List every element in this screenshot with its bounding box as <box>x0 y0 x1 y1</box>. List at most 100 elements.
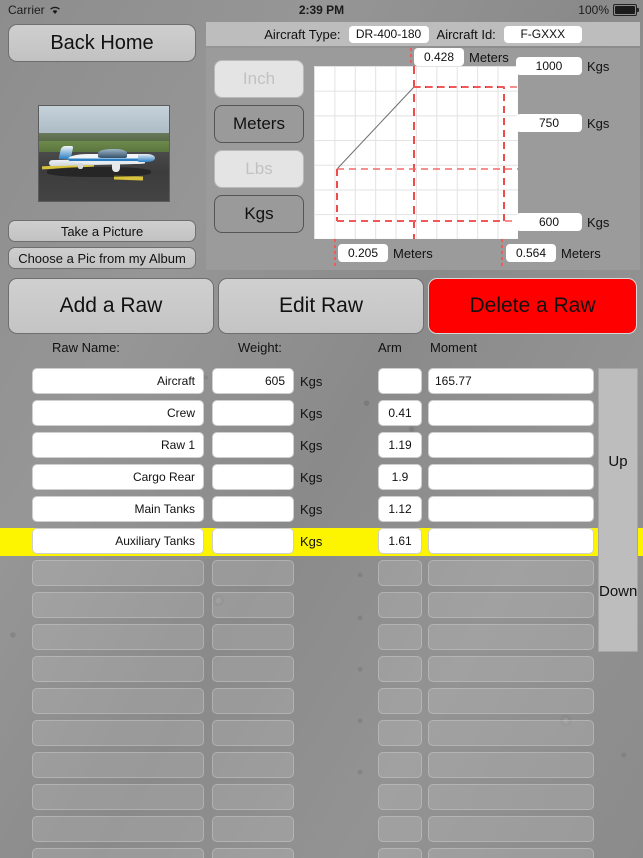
unit-button-kgs[interactable]: Kgs <box>214 195 304 233</box>
arm-input[interactable]: 1.9 <box>378 464 422 490</box>
weight-input[interactable] <box>212 784 294 810</box>
arm-input[interactable] <box>378 816 422 842</box>
moment-field[interactable] <box>428 848 594 858</box>
weight-input[interactable] <box>212 656 294 682</box>
raw-name-input[interactable] <box>32 720 204 746</box>
moment-field[interactable] <box>428 432 594 458</box>
edit-raw-button[interactable]: Edit Raw <box>218 278 424 334</box>
take-picture-button[interactable]: Take a Picture <box>8 220 196 242</box>
moment-field[interactable] <box>428 592 594 618</box>
raw-name-input[interactable] <box>32 688 204 714</box>
arm-input[interactable]: 0.41 <box>378 400 422 426</box>
raw-name-input[interactable]: Aircraft <box>32 368 204 394</box>
moment-field[interactable] <box>428 496 594 522</box>
table-row-empty[interactable] <box>0 592 643 620</box>
back-home-button[interactable]: Back Home <box>8 24 196 62</box>
arm-input[interactable] <box>378 592 422 618</box>
unit-button-meters[interactable]: Meters <box>214 105 304 143</box>
delete-raw-button[interactable]: Delete a Raw <box>428 278 637 334</box>
chart-value-max-weight[interactable]: 1000 <box>516 57 582 75</box>
arm-input[interactable]: 1.19 <box>378 432 422 458</box>
raw-name-input[interactable] <box>32 560 204 586</box>
raw-name-input[interactable] <box>32 656 204 682</box>
unit-button-inch[interactable]: Inch <box>214 60 304 98</box>
scroll-controls[interactable]: Up Down <box>598 368 638 652</box>
moment-field[interactable] <box>428 400 594 426</box>
moment-field[interactable] <box>428 752 594 778</box>
raw-name-input[interactable]: Auxiliary Tanks <box>32 528 204 554</box>
table-row[interactable]: Main Tanks Kgs 1.12 <box>0 496 643 524</box>
arm-input[interactable] <box>378 688 422 714</box>
table-row[interactable]: Crew Kgs 0.41 <box>0 400 643 428</box>
aircraft-id-field[interactable]: F-GXXX <box>503 25 582 43</box>
weight-input[interactable] <box>212 560 294 586</box>
weight-input[interactable] <box>212 464 294 490</box>
table-row-empty[interactable] <box>0 848 643 858</box>
scroll-down-button[interactable]: Down <box>599 583 637 600</box>
table-row[interactable]: Auxiliary Tanks Kgs 1.61 <box>0 528 643 556</box>
arm-input[interactable]: 1.61 <box>378 528 422 554</box>
chart-value-min-weight[interactable]: 600 <box>516 213 582 231</box>
table-row-empty[interactable] <box>0 688 643 716</box>
raw-name-input[interactable] <box>32 848 204 858</box>
weight-input[interactable] <box>212 592 294 618</box>
weight-input[interactable] <box>212 688 294 714</box>
moment-field[interactable] <box>428 528 594 554</box>
table-row[interactable]: Cargo Rear Kgs 1.9 <box>0 464 643 492</box>
moment-field[interactable] <box>428 656 594 682</box>
aircraft-type-field[interactable]: DR-400-180 <box>348 25 429 43</box>
table-row-empty[interactable] <box>0 784 643 812</box>
weight-input[interactable] <box>212 848 294 858</box>
moment-field[interactable]: 165.77 <box>428 368 594 394</box>
arm-input[interactable] <box>378 720 422 746</box>
raw-name-input[interactable] <box>32 752 204 778</box>
weight-input[interactable] <box>212 752 294 778</box>
weight-input[interactable] <box>212 528 294 554</box>
raw-name-input[interactable] <box>32 624 204 650</box>
chart-value-cg-fwd[interactable]: 0.205 <box>338 244 388 262</box>
moment-field[interactable] <box>428 816 594 842</box>
weight-input[interactable]: 605 <box>212 368 294 394</box>
chart-value-cg-aft[interactable]: 0.564 <box>506 244 556 262</box>
arm-input[interactable] <box>378 848 422 858</box>
table-row[interactable]: Raw 1 Kgs 1.19 <box>0 432 643 460</box>
raw-name-input[interactable] <box>32 816 204 842</box>
moment-field[interactable] <box>428 560 594 586</box>
raw-name-input[interactable]: Cargo Rear <box>32 464 204 490</box>
arm-input[interactable] <box>378 752 422 778</box>
scroll-up-button[interactable]: Up <box>599 453 637 470</box>
weight-input[interactable] <box>212 720 294 746</box>
raw-name-input[interactable] <box>32 784 204 810</box>
raw-name-input[interactable]: Crew <box>32 400 204 426</box>
moment-field[interactable] <box>428 688 594 714</box>
moment-field[interactable] <box>428 720 594 746</box>
arm-input[interactable] <box>378 784 422 810</box>
unit-button-lbs[interactable]: Lbs <box>214 150 304 188</box>
table-row-empty[interactable] <box>0 816 643 844</box>
moment-field[interactable] <box>428 624 594 650</box>
moment-field[interactable] <box>428 784 594 810</box>
arm-input[interactable] <box>378 560 422 586</box>
table-row-empty[interactable] <box>0 624 643 652</box>
arm-input[interactable] <box>378 656 422 682</box>
arm-input[interactable] <box>378 368 422 394</box>
arm-input[interactable]: 1.12 <box>378 496 422 522</box>
raw-name-input[interactable]: Raw 1 <box>32 432 204 458</box>
weight-input[interactable] <box>212 624 294 650</box>
chart-value-mid-weight[interactable]: 750 <box>516 114 582 132</box>
table-row[interactable]: Aircraft 605 Kgs 165.77 <box>0 368 643 396</box>
chart-value-cg-upper[interactable]: 0.428 <box>414 48 464 66</box>
weight-input[interactable] <box>212 496 294 522</box>
arm-input[interactable] <box>378 624 422 650</box>
add-raw-button[interactable]: Add a Raw <box>8 278 214 334</box>
table-row-empty[interactable] <box>0 752 643 780</box>
raw-name-input[interactable]: Main Tanks <box>32 496 204 522</box>
raw-name-input[interactable] <box>32 592 204 618</box>
weight-input[interactable] <box>212 400 294 426</box>
table-row-empty[interactable] <box>0 656 643 684</box>
table-row-empty[interactable] <box>0 720 643 748</box>
table-row-empty[interactable] <box>0 560 643 588</box>
choose-album-button[interactable]: Choose a Pic from my Album <box>8 247 196 269</box>
moment-field[interactable] <box>428 464 594 490</box>
weight-input[interactable] <box>212 432 294 458</box>
